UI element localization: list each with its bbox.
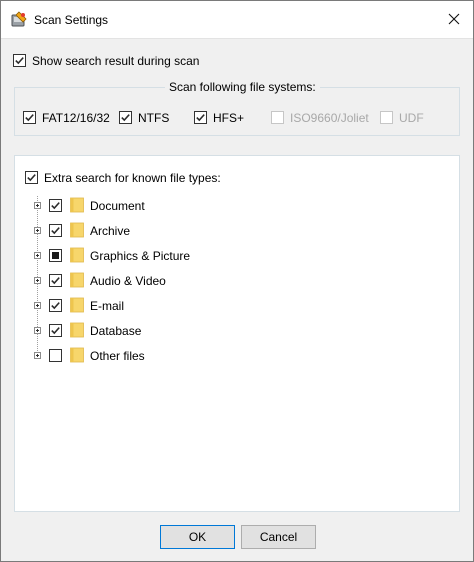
udf-label: UDF [399, 111, 424, 125]
expand-plus-icon[interactable] [34, 327, 41, 334]
expand-plus-icon[interactable] [34, 227, 41, 234]
show-results-checkbox[interactable] [13, 54, 26, 67]
fat-label: FAT12/16/32 [42, 111, 110, 125]
udf-checkbox[interactable] [380, 111, 393, 124]
folder-icon [70, 272, 84, 288]
checkmark-icon [121, 114, 130, 122]
expand-plus-icon[interactable] [34, 202, 41, 209]
file-systems-legend: Scan following file systems: [165, 80, 320, 94]
checkmark-icon [15, 57, 24, 65]
file-type-label: Graphics & Picture [90, 249, 191, 263]
checkmark-icon [25, 114, 34, 122]
expand-plus-icon[interactable] [34, 252, 41, 259]
file-type-label: Document [90, 199, 145, 213]
extra-search-checkbox[interactable] [25, 171, 38, 184]
folder-icon [70, 247, 84, 263]
folder-icon [70, 197, 84, 213]
extra-search-label: Extra search for known file types: [44, 171, 221, 185]
folder-icon [70, 347, 84, 363]
checkmark-icon [51, 202, 60, 210]
ntfs-label: NTFS [138, 111, 170, 125]
file-type-checkbox[interactable] [49, 199, 62, 212]
close-icon[interactable] [445, 10, 463, 28]
iso9660-checkbox[interactable] [271, 111, 284, 124]
file-type-label: Audio & Video [90, 274, 166, 288]
file-type-checkbox[interactable] [49, 224, 62, 237]
file-type-label: Other files [90, 349, 145, 363]
expand-plus-icon[interactable] [34, 352, 41, 359]
folder-icon [70, 222, 84, 238]
file-type-checkbox[interactable] [49, 249, 62, 262]
expand-plus-icon[interactable] [34, 277, 41, 284]
iso9660-label: ISO9660/Joliet [290, 111, 369, 125]
checkmark-icon [51, 277, 60, 285]
file-type-checkbox[interactable] [49, 324, 62, 337]
hfs-checkbox[interactable] [194, 111, 207, 124]
file-types-panel: Extra search for known file types: Docum… [14, 155, 460, 512]
partial-check-icon [52, 252, 59, 259]
checkmark-icon [27, 174, 36, 182]
hfs-label: HFS+ [213, 111, 245, 125]
window-title: Scan Settings [34, 13, 109, 27]
file-type-checkbox[interactable] [49, 349, 62, 362]
show-results-label: Show search result during scan [32, 54, 200, 68]
folder-icon [70, 297, 84, 313]
checkmark-icon [196, 114, 205, 122]
scan-settings-dialog: Scan Settings Show search result during … [0, 0, 474, 562]
file-type-checkbox[interactable] [49, 274, 62, 287]
folder-icon [70, 322, 84, 338]
fat-checkbox[interactable] [23, 111, 36, 124]
title-bar: Scan Settings [1, 1, 473, 39]
ntfs-checkbox[interactable] [119, 111, 132, 124]
checkmark-icon [51, 227, 60, 235]
file-type-label: Archive [90, 224, 131, 238]
file-type-checkbox[interactable] [49, 299, 62, 312]
file-type-label: Database [90, 324, 142, 338]
file-type-label: E-mail [90, 299, 125, 313]
app-icon [11, 11, 27, 27]
cancel-button[interactable]: Cancel [241, 525, 316, 549]
expand-plus-icon[interactable] [34, 302, 41, 309]
checkmark-icon [51, 327, 60, 335]
checkmark-icon [51, 302, 60, 310]
ok-button[interactable]: OK [160, 525, 235, 549]
